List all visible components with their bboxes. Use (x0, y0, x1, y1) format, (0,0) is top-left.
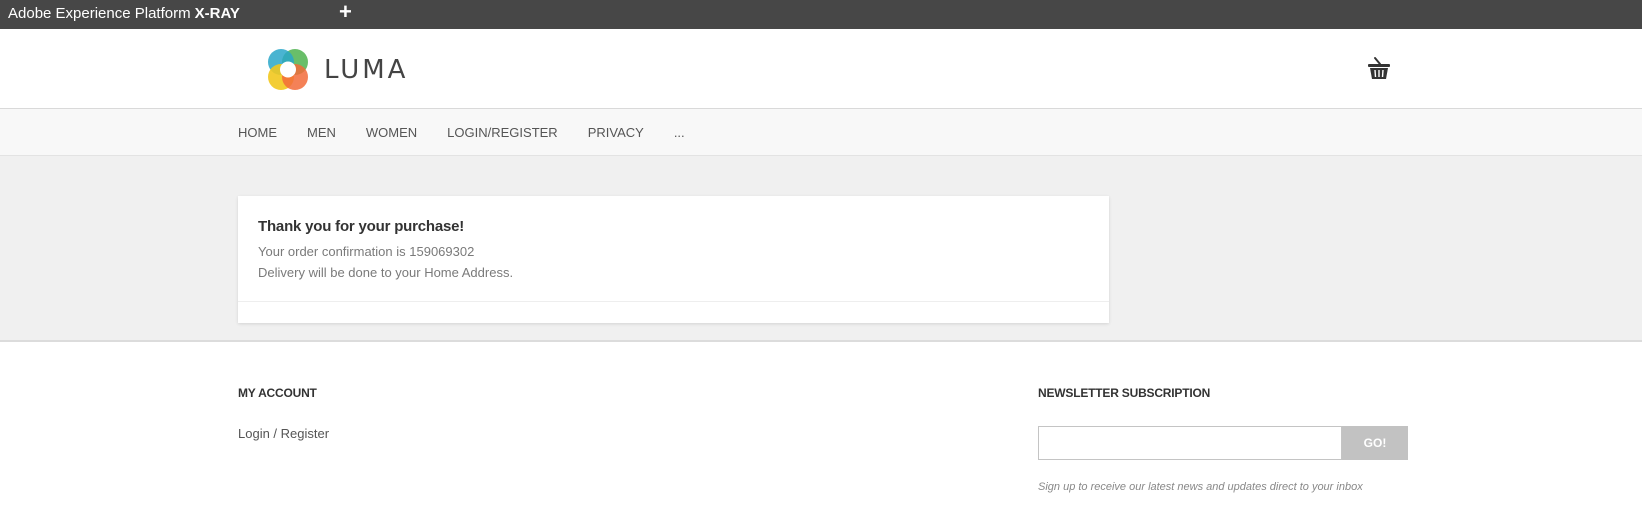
site-footer: MY ACCOUNT Login / Register NEWSLETTER S… (0, 342, 1642, 516)
luma-logo-icon (268, 49, 308, 90)
main-content: Thank you for your purchase! Your order … (0, 156, 1642, 342)
xray-title: Adobe Experience Platform X-RAY (8, 5, 240, 22)
plus-icon[interactable]: + (339, 0, 352, 24)
nav-item-home[interactable]: HOME (238, 125, 277, 140)
newsletter-heading: NEWSLETTER SUBSCRIPTION (1038, 386, 1211, 400)
order-confirmation-text: Your order confirmation is 159069302 (258, 244, 475, 259)
nav-list: HOME MEN WOMEN LOGIN/REGISTER PRIVACY ..… (238, 125, 715, 140)
luma-logo[interactable]: LUMA (266, 47, 408, 93)
newsletter-go-button[interactable]: GO! (1342, 426, 1408, 460)
logo-text: LUMA (324, 55, 409, 85)
xray-toolbar: Adobe Experience Platform X-RAY + (0, 0, 1642, 29)
newsletter-note: Sign up to receive our latest news and u… (1038, 481, 1363, 493)
main-nav: HOME MEN WOMEN LOGIN/REGISTER PRIVACY ..… (0, 109, 1642, 156)
nav-item-men[interactable]: MEN (307, 125, 336, 140)
order-confirmation-card: Thank you for your purchase! Your order … (238, 196, 1109, 323)
order-card-body: Thank you for your purchase! Your order … (238, 196, 1109, 302)
nav-item-women[interactable]: WOMEN (366, 125, 417, 140)
nav-item-login-register[interactable]: LOGIN/REGISTER (447, 125, 558, 140)
shopping-basket-icon[interactable] (1366, 56, 1392, 82)
xray-product: X-RAY (194, 5, 240, 22)
my-account-heading: MY ACCOUNT (238, 386, 317, 400)
site-header: LUMA (0, 29, 1642, 109)
thank-you-heading: Thank you for your purchase! (258, 218, 465, 235)
nav-item-more[interactable]: ... (674, 125, 685, 140)
nav-item-privacy[interactable]: PRIVACY (588, 125, 644, 140)
xray-brand: Adobe Experience Platform (8, 5, 191, 22)
delivery-text: Delivery will be done to your Home Addre… (258, 265, 514, 280)
login-register-link[interactable]: Login / Register (238, 426, 329, 441)
newsletter-email-input[interactable] (1038, 426, 1342, 460)
